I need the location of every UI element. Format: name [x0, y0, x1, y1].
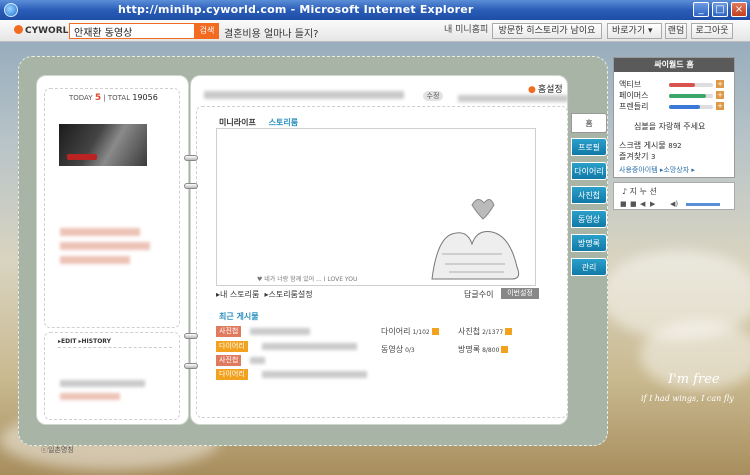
home-settings-link[interactable]: 홈설정	[528, 82, 563, 95]
backdrop-title: I'm free	[668, 372, 720, 387]
gauge-plus-button[interactable]: +	[716, 91, 724, 99]
widget-links[interactable]: 사용중아이템 ▸소망상자 ▸	[619, 165, 695, 175]
tab-profile[interactable]: 프로필	[571, 138, 607, 156]
praise-text[interactable]: 심볼을 자랑해 주세요	[634, 121, 705, 132]
reply-count-label: 답글수이	[464, 290, 494, 299]
reply-settings-button[interactable]: 이번설정	[501, 288, 539, 299]
widget-title: 싸이월드 홈	[614, 58, 734, 72]
stat-diary[interactable]: 다이어리 1/102	[381, 326, 439, 337]
storyroom-stage: ♥ 네가 너랑 함께 있어 ... I LOVE YOU	[216, 128, 536, 286]
stop-icon[interactable]: ■	[630, 200, 637, 208]
blurred-text	[60, 380, 145, 387]
music-player: ♪ 지 누 션 ■ ■ ◀ ▶ ◀)	[613, 182, 735, 210]
goto-select[interactable]: 바로가기 ▾	[607, 23, 662, 39]
cyworld-home-widget: 싸이월드 홈 액티브 + 페이머스 + 프렌들리 + 심볼을 자랑해 주세요 스…	[613, 57, 735, 178]
tab-guestbook[interactable]: 방명록	[571, 234, 607, 252]
tab-home[interactable]: 홈	[571, 113, 607, 133]
history-link[interactable]: ▸HISTORY	[79, 338, 111, 345]
blurred-text	[60, 228, 140, 236]
recent-tag[interactable]: 사진첩	[216, 355, 242, 366]
stage-caption: ♥ 네가 너랑 함께 있어 ... I LOVE YOU	[257, 276, 358, 283]
prev-icon[interactable]: ◀	[640, 200, 645, 208]
random-button[interactable]: 랜덤	[665, 23, 687, 39]
tab-video[interactable]: 동영상	[571, 210, 607, 228]
volume-icon[interactable]: ◀)	[670, 200, 678, 208]
gauge-label: 페이머스	[619, 91, 649, 100]
edit-link[interactable]: ▸EDIT	[58, 338, 76, 345]
tab-minilife[interactable]: 미니라이프	[219, 118, 256, 127]
sneakers-illustration	[431, 199, 520, 280]
search-input[interactable]	[69, 23, 195, 39]
window-title: http://minihp.cyworld.com - Microsoft In…	[118, 3, 474, 16]
tab-photo[interactable]: 사진첩	[571, 186, 607, 204]
stat-video[interactable]: 동영상 0/3	[381, 344, 415, 355]
blurred-text	[60, 393, 120, 400]
tab-manage[interactable]: 관리	[571, 258, 607, 276]
song-title: ♪ 지 누 션	[622, 187, 657, 196]
volume-slider[interactable]	[686, 203, 720, 206]
next-icon[interactable]: ▶	[650, 200, 655, 208]
footer-logo: ⓒ일촌명칭	[41, 446, 74, 454]
visit-counter: TODAY 5 | TOTAL 19056	[69, 93, 158, 103]
blurred-text	[60, 256, 130, 264]
favorites-row[interactable]: 즐겨찾기 3	[619, 151, 655, 162]
gauge-label: 액티브	[619, 80, 642, 89]
ie-icon	[4, 3, 18, 17]
visited-history[interactable]: 방문한 히스토리가 남이요	[492, 23, 602, 39]
profile-photo[interactable]	[59, 124, 147, 166]
play-icon[interactable]: ■	[620, 200, 627, 208]
edit-pill[interactable]: 수정	[423, 91, 443, 101]
logout-button[interactable]: 로그아웃	[691, 23, 733, 39]
cyworld-logo[interactable]: CYWORLD	[14, 25, 76, 36]
blurred-text	[60, 242, 150, 250]
minimize-button[interactable]: _	[693, 2, 709, 17]
tab-storyroom[interactable]: 스토리룸	[269, 118, 298, 127]
recent-posts-title: 최근 게시물	[219, 312, 259, 321]
blurred-text	[250, 328, 310, 335]
binder-ring	[184, 155, 198, 161]
stat-photo[interactable]: 사진첩 2/1377	[458, 326, 513, 337]
my-storyroom-link[interactable]: ▸내 스토리룸	[216, 290, 259, 299]
scrap-row[interactable]: 스크랩 게시물 892	[619, 140, 682, 151]
cyworld-logo-icon	[14, 25, 23, 34]
gauge-plus-button[interactable]: +	[716, 80, 724, 88]
recent-tag[interactable]: 사진첩	[216, 326, 242, 337]
blurred-text	[262, 371, 367, 378]
heart-icon	[471, 199, 495, 220]
recent-tag[interactable]: 다이어리	[216, 369, 248, 380]
gauge-bar	[669, 94, 713, 98]
gauge-plus-button[interactable]: +	[716, 102, 724, 110]
blurred-title	[204, 91, 404, 99]
binder-ring	[184, 333, 198, 339]
my-mini-link[interactable]: 내 미니홈피	[444, 23, 488, 39]
edit-history-row: ▸EDIT ▸HISTORY	[58, 338, 172, 348]
content-tabs: 미니라이프 스토리룸	[219, 117, 308, 128]
backdrop-tagline: if I had wings, I can fly	[641, 394, 734, 403]
recent-tag[interactable]: 다이어리	[216, 341, 248, 352]
blurred-url	[458, 95, 568, 102]
binder-ring	[184, 363, 198, 369]
cyworld-topbar: CYWORLD 검색 결혼비용 얼마나 들지? 내 미니홈피 방문한 히스토리가…	[0, 20, 750, 42]
search-button[interactable]: 검색	[195, 23, 219, 39]
blurred-text	[262, 343, 357, 350]
gauge-bar	[669, 83, 713, 87]
ad-link[interactable]: 결혼비용 얼마나 들지?	[224, 25, 318, 40]
binder-ring	[184, 183, 198, 189]
storyroom-settings-link[interactable]: ▸스토리룸설정	[264, 290, 312, 299]
gauge-label: 프렌들리	[619, 102, 649, 111]
tab-diary[interactable]: 다이어리	[571, 162, 607, 180]
close-button[interactable]: ×	[731, 2, 747, 17]
window-titlebar: http://minihp.cyworld.com - Microsoft In…	[0, 0, 750, 20]
gauge-bar	[669, 105, 713, 109]
maximize-button[interactable]: □	[712, 2, 728, 17]
stat-guestbook[interactable]: 방명록 8/800	[458, 344, 509, 355]
blurred-text	[250, 357, 265, 364]
